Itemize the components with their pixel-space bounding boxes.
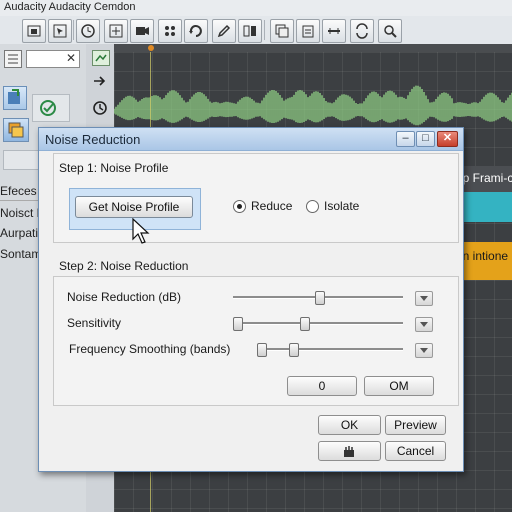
app-title: Audacity Audacity Cemdon (4, 1, 136, 13)
maximize-button[interactable]: □ (416, 131, 435, 147)
playhead-marker[interactable] (148, 45, 154, 51)
toolbar-separator (264, 20, 265, 40)
clock-button[interactable] (76, 19, 100, 43)
zoom-in-icon (384, 25, 397, 38)
clock-icon (81, 24, 95, 38)
sidebar-item-effects[interactable]: Efeces (0, 184, 37, 198)
list-view-icon[interactable] (4, 50, 22, 68)
history-icon[interactable] (92, 100, 108, 116)
select-icon (53, 24, 67, 38)
preview-button[interactable]: Preview (385, 415, 446, 435)
noise-reduction-dropdown[interactable] (415, 291, 433, 306)
silence-icon (328, 28, 340, 34)
frequency-smoothing-thumb-low[interactable] (257, 343, 267, 357)
tools-button[interactable] (318, 441, 381, 461)
ok-button[interactable]: OK (318, 415, 381, 435)
trim-button[interactable] (238, 19, 262, 43)
mouse-cursor-icon (132, 218, 150, 244)
cancel-button[interactable]: Cancel (385, 441, 446, 461)
loop-icon (189, 25, 202, 37)
track-label: ep Frami-c (456, 171, 512, 185)
zoom-fit-button[interactable] (104, 19, 128, 43)
home-icon-button[interactable] (22, 19, 46, 43)
sync-icon (356, 23, 368, 39)
multi-tool-button[interactable] (158, 19, 182, 43)
frequency-smoothing-dropdown[interactable] (415, 343, 433, 358)
silence-button[interactable] (322, 19, 346, 43)
tools-icon (344, 446, 354, 457)
frequency-smoothing-slider[interactable] (257, 348, 403, 351)
noise-reduction-db-label: Noise Reduction (dB) (67, 290, 182, 304)
import-icon[interactable] (3, 86, 27, 110)
om-button[interactable]: OM (364, 376, 434, 396)
copy-icon (275, 24, 289, 38)
timeline-ruler[interactable] (114, 44, 512, 52)
waveform-path (114, 85, 512, 126)
sensitivity-thumb-low[interactable] (233, 317, 243, 331)
toolbar-separator (73, 20, 74, 40)
pencil-icon (217, 24, 231, 38)
select-tool-button[interactable] (48, 19, 72, 43)
check-circle-icon (40, 100, 56, 116)
arrow-icon[interactable] (92, 74, 108, 88)
close-icon: ✕ (442, 132, 453, 144)
zoom-in-button[interactable] (378, 19, 402, 43)
sensitivity-dropdown[interactable] (415, 317, 433, 332)
zoom-fit-icon (109, 24, 123, 38)
step1-heading: Step 1: Noise Profile (59, 161, 169, 175)
maximize-icon: □ (422, 132, 429, 144)
app-title-bar: Audacity Audacity Cemdon (0, 0, 512, 16)
frequency-smoothing-thumb-high[interactable] (289, 343, 299, 357)
step2-heading: Step 2: Noise Reduction (59, 259, 189, 273)
main-toolbar (0, 16, 512, 45)
multi-tool-icon (165, 26, 175, 36)
trim-icon (243, 25, 256, 37)
dialog-title-bar[interactable]: Noise Reduction – □ ✕ (39, 128, 463, 151)
value-zero-button[interactable]: 0 (287, 376, 357, 396)
meter-icon (136, 27, 149, 35)
dialog-title: Noise Reduction (45, 132, 141, 147)
paste-button[interactable] (296, 19, 320, 43)
sensitivity-label: Sensitivity (67, 316, 122, 330)
isolate-radio[interactable] (306, 200, 319, 213)
noise-reduction-dialog: Noise Reduction – □ ✕ Step 1: Noise Prof… (38, 127, 464, 472)
reduce-label[interactable]: Reduce (251, 199, 292, 213)
frequency-smoothing-label: Frequency Smoothing (bands) (69, 342, 231, 356)
home-icon (27, 25, 41, 37)
sidebar-divider (0, 200, 40, 201)
minimize-button[interactable]: – (396, 131, 415, 147)
clear-filter-icon[interactable]: ✕ (66, 51, 76, 65)
sensitivity-thumb-high[interactable] (300, 317, 310, 331)
noise-reduction-thumb[interactable] (315, 291, 325, 305)
image-icon[interactable] (92, 50, 110, 66)
draw-tool-button[interactable] (212, 19, 236, 43)
isolate-label[interactable]: Isolate (324, 199, 359, 213)
sync-button[interactable] (350, 19, 374, 43)
sensitivity-slider[interactable] (235, 322, 403, 325)
close-button[interactable]: ✕ (437, 131, 458, 147)
layers-icon[interactable] (3, 118, 29, 142)
get-noise-profile-button[interactable]: Get Noise Profile (75, 196, 193, 218)
reduce-radio[interactable] (233, 200, 246, 213)
sidebar-filter-box[interactable]: ✕ (26, 50, 80, 68)
paste-icon (302, 25, 314, 38)
copy-button[interactable] (270, 19, 294, 43)
loop-button[interactable] (184, 19, 208, 43)
record-meter-button[interactable] (130, 19, 154, 43)
apply-effect-button[interactable] (32, 94, 70, 122)
minimize-icon: – (402, 132, 409, 144)
